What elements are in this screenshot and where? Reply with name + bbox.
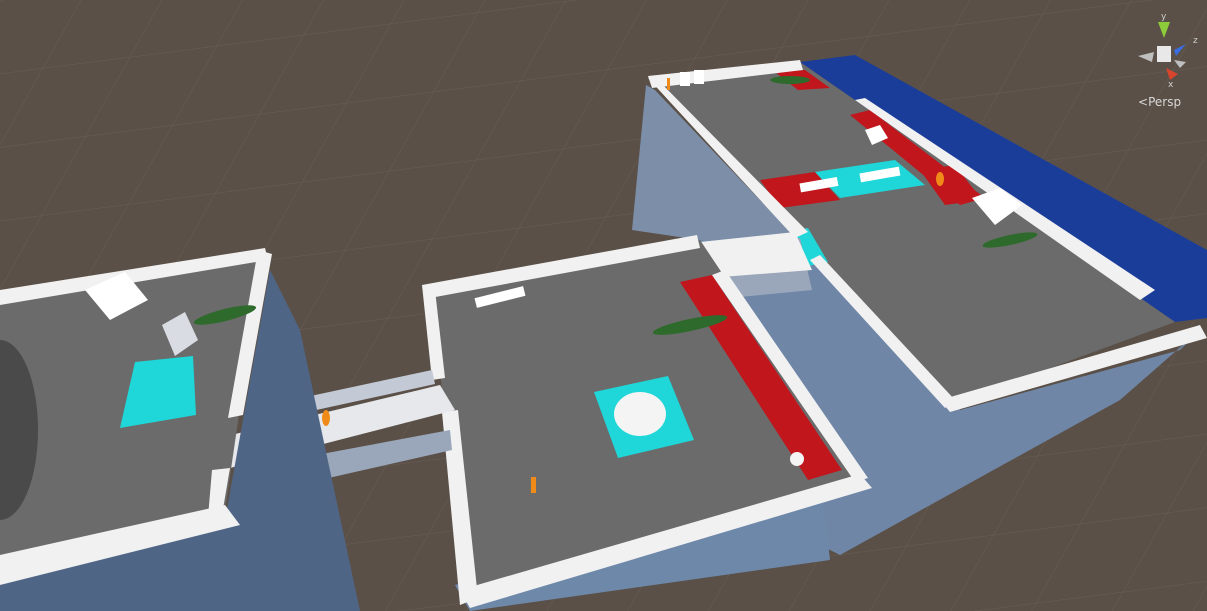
gizmo-y-label: y: [1161, 12, 1167, 22]
crocodile-top[interactable]: [770, 76, 810, 84]
gizmo-z-cone-icon[interactable]: [1174, 44, 1186, 56]
pickup-orange-bridge[interactable]: [322, 410, 330, 426]
small-white-object[interactable]: [790, 452, 804, 466]
projection-toggle[interactable]: <Persp: [1138, 95, 1181, 109]
persp-label-text: Persp: [1148, 95, 1182, 109]
gizmo-y-cone-icon[interactable]: [1158, 22, 1170, 38]
gizmo-x-cone-icon[interactable]: [1166, 68, 1178, 80]
scene-viewport[interactable]: [0, 0, 1207, 611]
pickup-orange-right[interactable]: [936, 172, 944, 186]
pickup-orange-middle[interactable]: [531, 477, 536, 493]
block-white-d[interactable]: [694, 70, 704, 84]
gizmo-neg-z-cone-icon[interactable]: [1174, 60, 1186, 68]
gizmo-z-label: z: [1193, 36, 1198, 46]
gizmo-x-label: x: [1168, 80, 1174, 90]
dome-button[interactable]: [614, 392, 666, 436]
persp-arrow-icon: <: [1138, 95, 1149, 109]
gizmo-neg-x-cone-icon[interactable]: [1138, 52, 1154, 62]
gizmo-center-cube-icon[interactable]: [1157, 46, 1171, 62]
pickup-orange-top[interactable]: [667, 78, 670, 90]
block-white-c[interactable]: [680, 72, 690, 86]
orientation-gizmo[interactable]: y z x: [1126, 8, 1206, 108]
